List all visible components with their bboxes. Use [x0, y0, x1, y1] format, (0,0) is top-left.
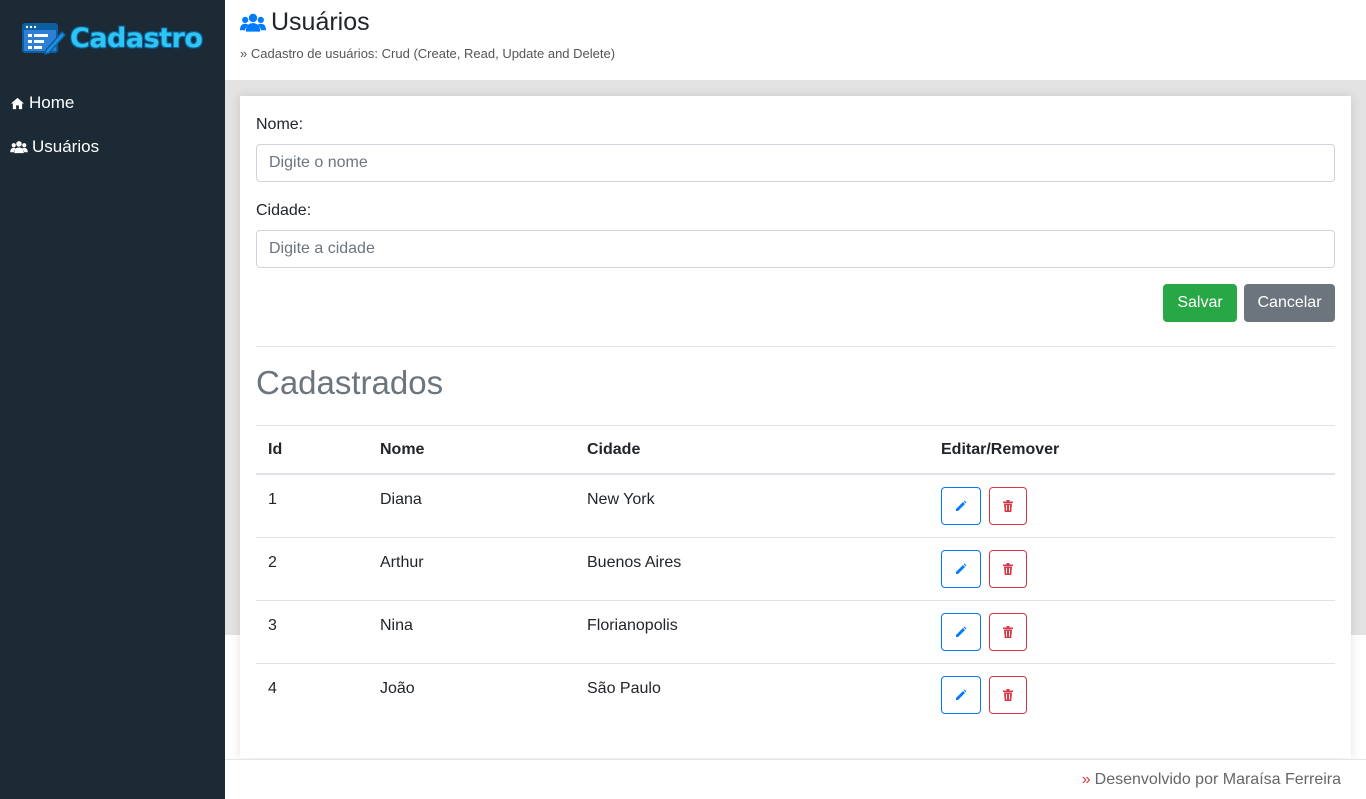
nome-label: Nome: [256, 116, 304, 133]
cell-cidade: New York [587, 491, 655, 508]
list-title: Cadastrados [256, 364, 444, 401]
trash-icon [1003, 500, 1013, 512]
cell-nome: Nina [380, 617, 413, 634]
users-table: Id Nome Cidade Editar/Remover 1 Diana Ne… [256, 425, 1335, 727]
trash-icon [1003, 563, 1013, 575]
table-row: 3 Nina Florianopolis [256, 601, 1335, 664]
column-header-actions: Editar/Remover [941, 441, 1060, 458]
pencil-icon [956, 626, 967, 637]
sidebar-item-label: Usuários [32, 137, 100, 156]
edit-button[interactable] [941, 487, 981, 525]
trash-icon [1003, 689, 1013, 701]
cell-nome: Diana [380, 491, 422, 508]
home-icon [11, 97, 24, 109]
cidade-input[interactable] [256, 230, 1335, 268]
trash-icon [1003, 626, 1013, 638]
pencil-icon [956, 563, 967, 574]
cell-nome: João [380, 680, 415, 697]
cell-cidade: São Paulo [587, 680, 661, 697]
column-header-nome: Nome [380, 441, 425, 458]
cell-id: 4 [268, 680, 277, 697]
footer-credit: » Desenvolvido por Maraísa Ferreira [1082, 771, 1341, 789]
sidebar-item-label: Home [29, 93, 75, 112]
table-row: 1 Diana New York [256, 475, 1335, 538]
edit-button[interactable] [941, 676, 981, 714]
edit-button[interactable] [941, 613, 981, 651]
users-icon [240, 13, 266, 32]
cell-id: 1 [268, 491, 277, 508]
table-row: 4 João São Paulo [256, 664, 1335, 727]
footer: » Desenvolvido por Maraísa Ferreira [225, 759, 1366, 799]
cell-nome: Arthur [380, 554, 424, 571]
pencil-icon [956, 500, 967, 511]
cell-cidade: Buenos Aires [587, 554, 682, 571]
brand-name: Cadastro [70, 22, 203, 54]
page-subtitle: » Cadastro de usuários: Crud (Create, Re… [240, 46, 615, 61]
delete-button[interactable] [989, 487, 1027, 525]
page-title: Usuários [240, 8, 370, 37]
column-header-cidade: Cidade [587, 441, 641, 458]
table-header: Id Nome Cidade Editar/Remover [256, 425, 1335, 475]
subtitle-marker: » [240, 46, 248, 61]
footer-credit-text: Desenvolvido por Maraísa Ferreira [1094, 771, 1341, 788]
cell-id: 3 [268, 617, 277, 634]
sidebar-nav: Home Usuários [0, 84, 225, 172]
sidebar-item-usuarios[interactable]: Usuários [0, 128, 225, 166]
cidade-label: Cidade: [256, 202, 312, 219]
save-button[interactable]: Salvar [1163, 284, 1237, 322]
cell-id: 2 [268, 554, 277, 571]
divider [256, 346, 1335, 347]
users-icon [10, 141, 28, 154]
table-row: 2 Arthur Buenos Aires [256, 538, 1335, 601]
delete-button[interactable] [989, 676, 1027, 714]
footer-marker: » [1081, 771, 1091, 788]
cancel-button[interactable]: Cancelar [1244, 284, 1335, 322]
form-edit-icon [22, 23, 66, 56]
brand-logo[interactable]: Cadastro [22, 20, 203, 56]
sidebar-item-home[interactable]: Home [0, 84, 225, 122]
delete-button[interactable] [989, 550, 1027, 588]
subtitle-text: Cadastro de usuários: Crud (Create, Read… [250, 46, 616, 61]
pencil-icon [956, 689, 967, 700]
delete-button[interactable] [989, 613, 1027, 651]
column-header-id: Id [268, 441, 283, 458]
cell-cidade: Florianopolis [587, 617, 678, 634]
nome-input[interactable] [256, 144, 1335, 182]
page-title-text: Usuários [271, 8, 370, 36]
sidebar: Cadastro Home Usuários [0, 0, 225, 799]
page-header: Usuários » Cadastro de usuários: Crud (C… [225, 0, 1366, 80]
edit-button[interactable] [941, 550, 981, 588]
main-card: Nome: Cidade: Salvar Cancelar Cadastrado… [240, 96, 1351, 758]
